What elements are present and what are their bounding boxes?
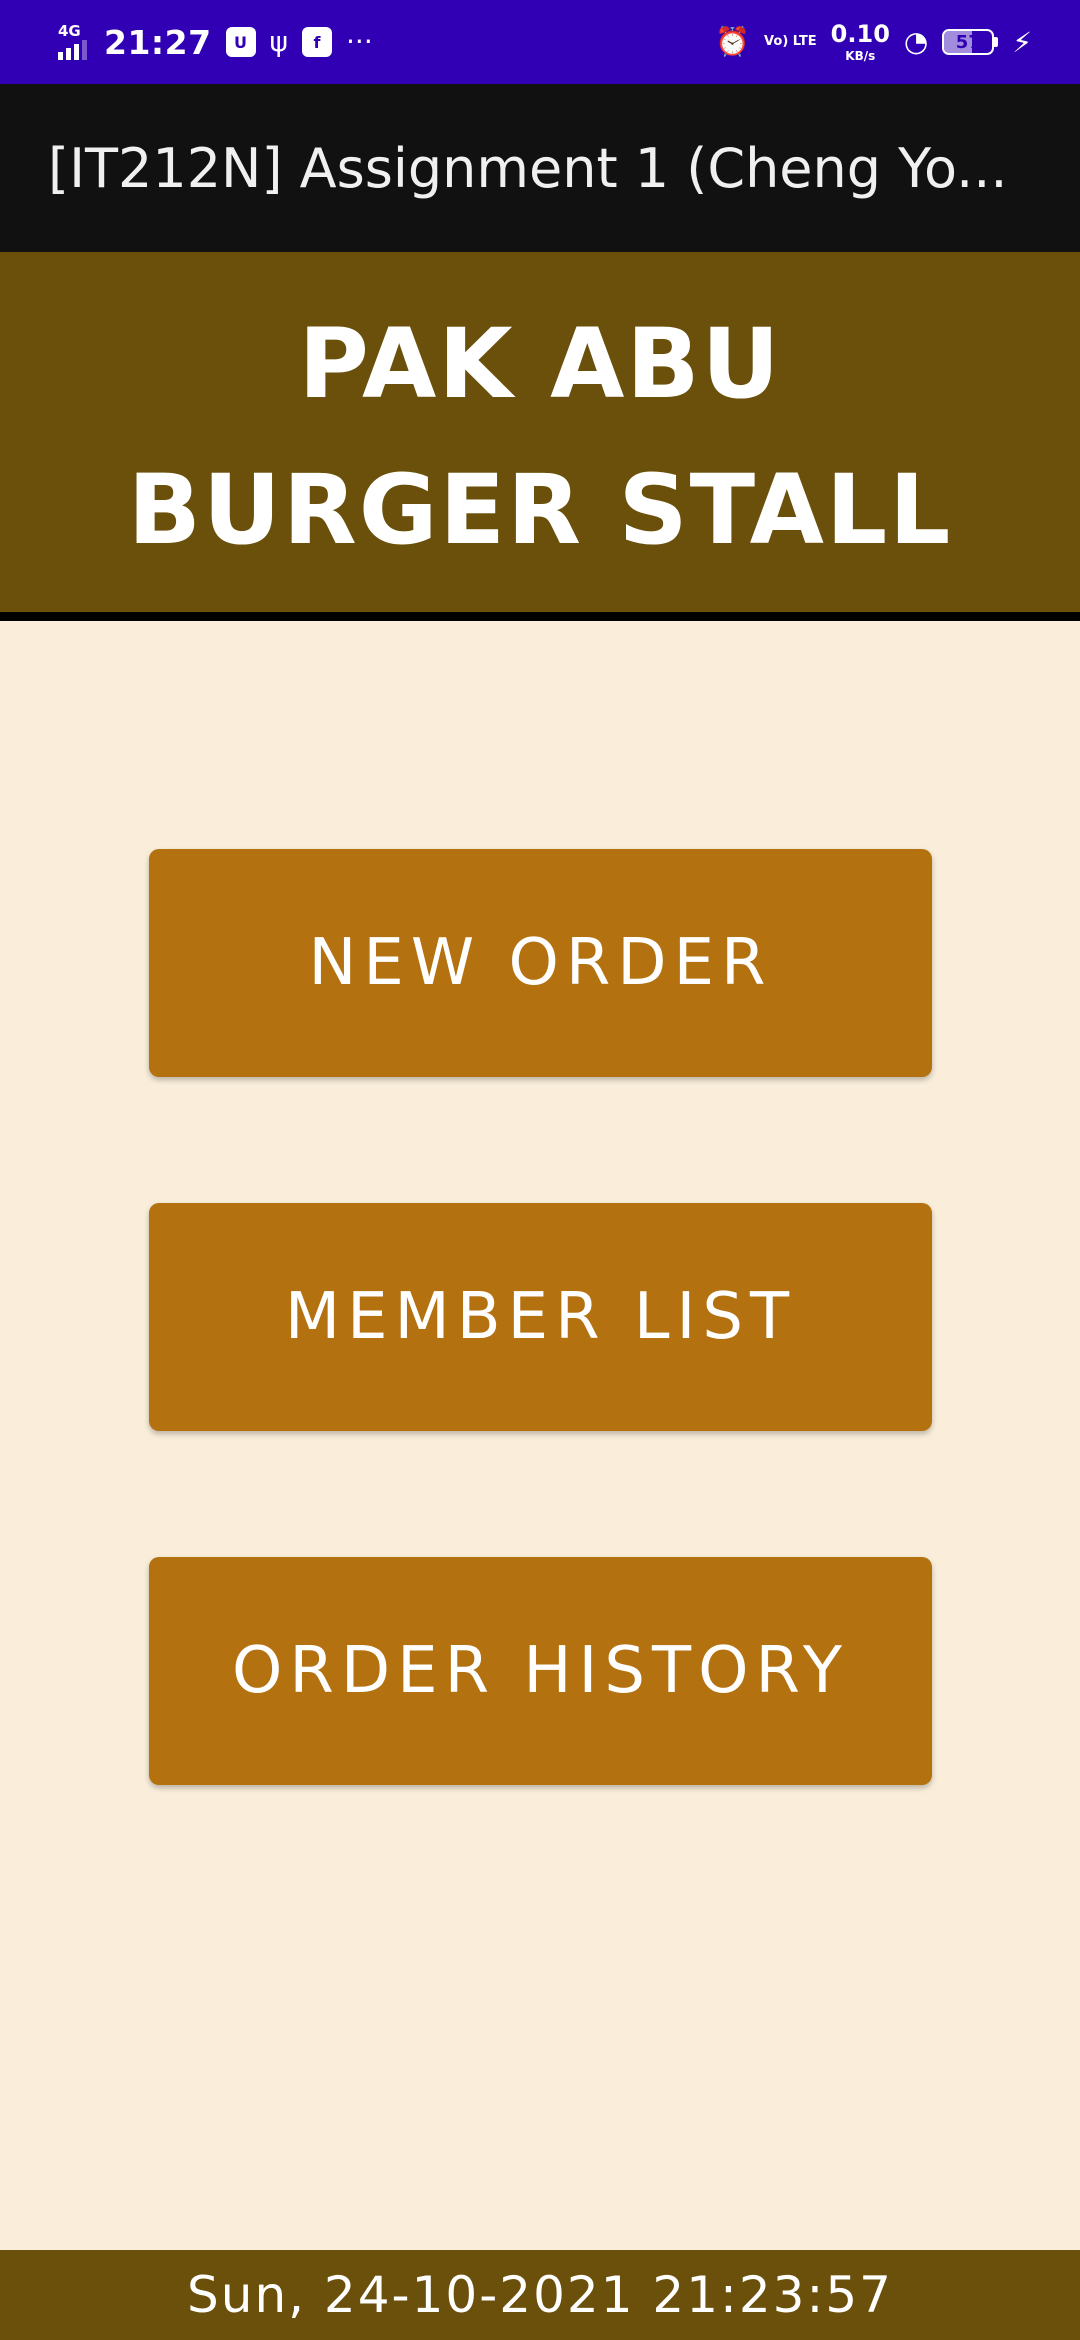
more-notifications-icon: ··· [346,25,373,58]
status-bar: 4G 21:27 U ψ f ··· ⏰ Vo) LTE 0.10 KB/s ◔… [0,0,1080,84]
footer-bar: Sun, 24-10-2021 21:23:57 [0,2250,1080,2340]
member-list-button[interactable]: MEMBER LIST [149,1203,932,1431]
stall-name-line-1: PAK ABU [298,308,782,420]
app-title: [IT212N] Assignment 1 (Cheng Yo... [48,136,1008,200]
volte-icon: Vo) LTE [764,34,817,49]
signal-bar [82,40,87,60]
header-divider [0,612,1080,621]
battery-level: 57 [955,31,981,53]
stall-header: PAK ABU BURGER STALL [0,252,1080,612]
net-speed: 0.10 KB/s [831,22,890,62]
signal-bar [74,44,79,60]
net-speed-value: 0.10 [830,20,890,48]
stall-name-line-2: BURGER STALL [127,454,953,566]
network-type-label: 4G [58,22,81,40]
facebook-icon: f [302,27,333,57]
alarm-icon: ⏰ [715,25,751,58]
battery-body: 57 [942,29,995,55]
usb-icon: ψ [269,25,289,58]
cellular-signal-icon: 4G [56,22,90,62]
new-order-button[interactable]: NEW ORDER [149,849,932,1077]
status-right: ⏰ Vo) LTE 0.10 KB/s ◔ 57 ⚡ [715,22,1032,62]
status-left: 4G 21:27 U ψ f ··· [56,22,373,62]
signal-bar [66,48,71,60]
signal-bar [58,52,63,60]
charging-icon: ⚡ [1012,25,1032,59]
order-history-button[interactable]: ORDER HISTORY [149,1557,932,1785]
status-time: 21:27 [104,22,212,62]
signal-bars [58,40,87,60]
usb-debug-icon: U [225,27,256,57]
battery-icon: 57 [942,29,999,55]
net-speed-unit: KB/s [845,49,876,63]
wifi-icon: ◔ [903,25,929,58]
current-datetime: Sun, 24-10-2021 21:23:57 [187,2266,893,2324]
battery-nub [994,37,999,47]
app-bar: [IT212N] Assignment 1 (Cheng Yo... [0,84,1080,252]
